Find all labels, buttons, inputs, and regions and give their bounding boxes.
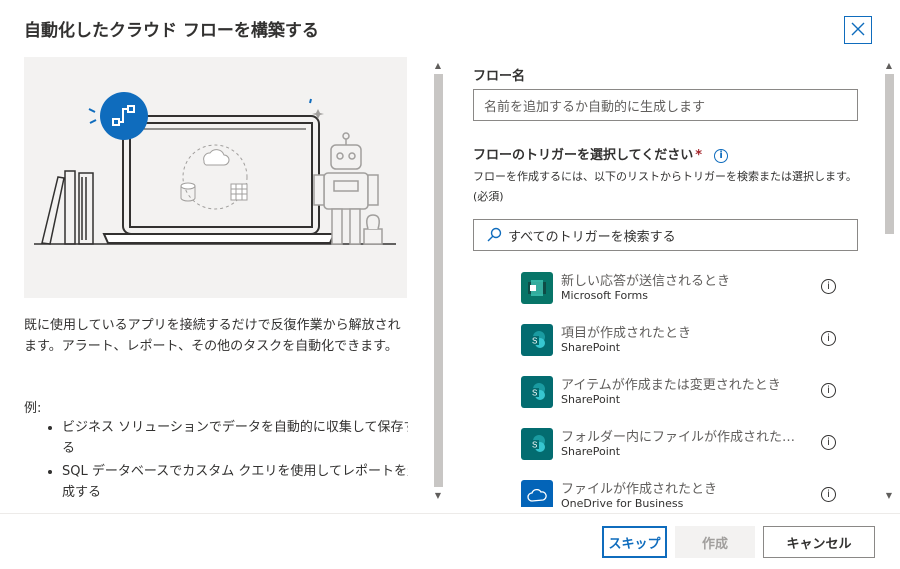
trigger-item[interactable]: ファイルが作成されたとき OneDrive for Business i bbox=[521, 477, 843, 507]
description-text: 既に使用しているアプリを接続するだけで反復作業から解放されます。アラート、レポー… bbox=[24, 318, 401, 354]
scrollbar-thumb[interactable] bbox=[885, 74, 894, 234]
forms-icon bbox=[521, 272, 553, 304]
search-icon bbox=[486, 227, 502, 243]
trigger-item[interactable]: 新しい応答が送信されるとき Microsoft Forms i bbox=[521, 269, 843, 311]
info-icon[interactable]: i bbox=[821, 435, 836, 450]
skip-button[interactable]: スキップ bbox=[602, 526, 667, 558]
trigger-name: フォルダー内にファイルが作成されたとき bbox=[561, 430, 797, 445]
scroll-down-icon[interactable]: ▼ bbox=[883, 490, 895, 500]
right-pane: フロー名 名前を追加するか自動的に生成します フローのトリガーを選択してください… bbox=[473, 57, 873, 507]
left-scrollbar[interactable]: ▲ ▼ bbox=[432, 60, 444, 500]
close-icon bbox=[851, 21, 865, 40]
trigger-source: OneDrive for Business bbox=[561, 497, 684, 507]
trigger-source: Microsoft Forms bbox=[561, 289, 648, 302]
trigger-item[interactable]: S 項目が作成されたとき SharePoint i bbox=[521, 321, 843, 363]
sharepoint-icon: S bbox=[521, 324, 553, 356]
info-icon[interactable]: i bbox=[821, 279, 836, 294]
trigger-label-row: フローのトリガーを選択してください * i bbox=[473, 144, 729, 163]
required-mark: * bbox=[695, 148, 703, 163]
cancel-button[interactable]: キャンセル bbox=[763, 526, 875, 558]
trigger-source: SharePoint bbox=[561, 341, 621, 354]
scroll-up-icon[interactable]: ▲ bbox=[432, 60, 444, 70]
list-item: SQL データベースでカスタム クエリを使用してレポートを生成する bbox=[62, 461, 408, 503]
info-icon[interactable]: i bbox=[821, 383, 836, 398]
trigger-search-input[interactable]: すべてのトリガーを検索する bbox=[473, 219, 858, 251]
flow-illustration bbox=[24, 57, 407, 298]
info-icon[interactable]: i bbox=[714, 148, 729, 163]
info-icon[interactable]: i bbox=[821, 487, 836, 502]
dialog-title: 自動化したクラウド フローを構築する bbox=[24, 21, 319, 41]
flow-name-label: フロー名 bbox=[473, 69, 526, 84]
create-flow-dialog: 自動化したクラウド フローを構築する 既に使用しているアプリを接続するだけで反復… bbox=[0, 0, 900, 569]
svg-text:S: S bbox=[532, 389, 537, 398]
footer-divider bbox=[0, 513, 900, 514]
svg-text:S: S bbox=[532, 337, 537, 346]
search-placeholder: すべてのトリガーを検索する bbox=[508, 229, 676, 245]
sharepoint-icon: S bbox=[521, 428, 553, 460]
scroll-up-icon[interactable]: ▲ bbox=[883, 60, 895, 70]
flow-name-placeholder: 名前を追加するか自動的に生成します bbox=[484, 99, 706, 115]
scrollbar-thumb[interactable] bbox=[434, 74, 443, 487]
svg-text:S: S bbox=[532, 441, 537, 450]
close-button[interactable] bbox=[844, 16, 872, 44]
scroll-down-icon[interactable]: ▼ bbox=[432, 490, 444, 500]
info-icon[interactable]: i bbox=[821, 331, 836, 346]
left-pane: 既に使用しているアプリを接続するだけで反復作業から解放されます。アラート、レポー… bbox=[24, 57, 408, 507]
trigger-label: フローのトリガーを選択してください bbox=[473, 148, 694, 163]
trigger-name: 項目が作成されたとき bbox=[561, 326, 692, 341]
trigger-source: SharePoint bbox=[561, 393, 621, 406]
examples-list: ビジネス ソリューションでデータを自動的に収集して保存する SQL データベース… bbox=[44, 417, 408, 505]
sharepoint-icon: S bbox=[521, 376, 553, 408]
list-item: ビジネス ソリューションでデータを自動的に収集して保存する bbox=[62, 417, 408, 459]
trigger-name: 新しい応答が送信されるとき bbox=[561, 274, 731, 289]
create-button[interactable]: 作成 bbox=[675, 526, 755, 558]
examples-label: 例: bbox=[24, 401, 42, 416]
right-scrollbar[interactable]: ▲ ▼ bbox=[883, 60, 895, 500]
trigger-source: SharePoint bbox=[561, 445, 621, 458]
trigger-item[interactable]: S アイテムが作成または変更されたとき SharePoint i bbox=[521, 373, 843, 415]
flow-name-input[interactable]: 名前を追加するか自動的に生成します bbox=[473, 89, 858, 121]
trigger-name: アイテムが作成または変更されたとき bbox=[561, 378, 781, 393]
trigger-item[interactable]: S フォルダー内にファイルが作成されたとき SharePoint i bbox=[521, 425, 843, 467]
trigger-name: ファイルが作成されたとき bbox=[561, 482, 718, 497]
onedrive-icon bbox=[521, 480, 553, 507]
trigger-help-text: フローを作成するには、以下のリストからトリガーを検索または選択します。(必須) bbox=[473, 170, 857, 203]
